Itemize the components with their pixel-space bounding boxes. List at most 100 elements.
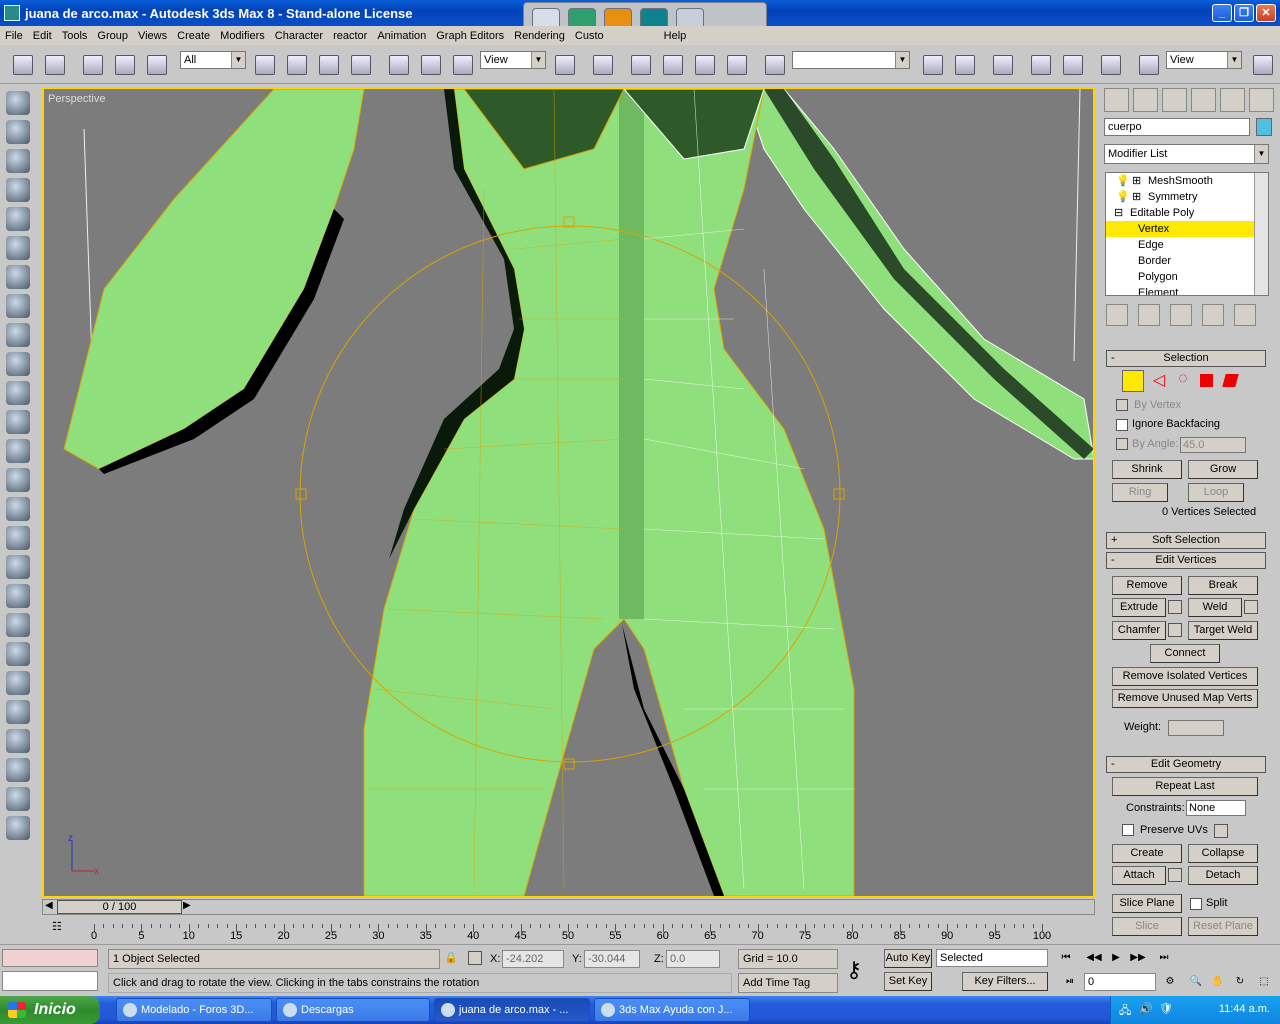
close-button[interactable]: ✕	[1256, 4, 1276, 22]
maxscript-listener[interactable]	[2, 949, 98, 967]
pan-hand-icon[interactable]: ✋	[1208, 973, 1228, 991]
rope-icon[interactable]	[6, 671, 30, 695]
stack-item-edge[interactable]: Edge	[1106, 237, 1268, 253]
previous-frame-icon[interactable]: ◀◀	[1084, 949, 1104, 967]
security-icon[interactable]: 🛡	[1159, 1002, 1173, 1015]
display-tab-icon[interactable]	[1220, 88, 1245, 112]
sphere-icon[interactable]	[6, 149, 30, 173]
move-icon[interactable]	[386, 52, 412, 78]
break-button[interactable]: Break	[1188, 576, 1258, 595]
cylinder-icon[interactable]	[6, 555, 30, 579]
menu-create[interactable]: Create	[172, 30, 215, 42]
arc-rotate-icon[interactable]: ↻	[1230, 973, 1250, 991]
lightbulb-icon[interactable]: 💡	[1116, 189, 1130, 205]
bind-space-warp-icon[interactable]	[144, 52, 170, 78]
quick-render-icon[interactable]	[1250, 52, 1276, 78]
slice-button[interactable]: Slice	[1112, 917, 1182, 936]
stack-item-polygon[interactable]: Polygon	[1106, 269, 1268, 285]
add-time-tag-field[interactable]: Add Time Tag	[738, 973, 838, 993]
scale-icon[interactable]	[450, 52, 476, 78]
stack-item-vertex[interactable]: Vertex	[1106, 221, 1268, 237]
time-slider-prev-icon[interactable]: ◀	[45, 900, 53, 911]
reset-plane-button[interactable]: Reset Plane	[1188, 917, 1258, 936]
maximize-viewport-icon[interactable]: ⬚	[1254, 973, 1274, 991]
chamfer-settings-icon[interactable]	[1168, 623, 1182, 637]
object-name-field[interactable]: cuerpo	[1104, 118, 1250, 136]
stack-item-editable-poly[interactable]: ⊟ Editable Poly	[1106, 205, 1268, 221]
pivot-center-icon[interactable]	[552, 52, 578, 78]
wave-icon[interactable]	[6, 468, 30, 492]
start-button[interactable]: Inicio	[0, 996, 100, 1024]
figure-icon[interactable]	[6, 526, 30, 550]
wheel-icon[interactable]	[6, 642, 30, 666]
spiral-icon[interactable]	[6, 758, 30, 782]
edit-geometry-rollout-header[interactable]: - Edit Geometry	[1106, 756, 1266, 773]
configure-sets-icon[interactable]	[1234, 304, 1256, 326]
remove-unused-map-verts-button[interactable]: Remove Unused Map Verts	[1112, 689, 1258, 708]
selection-filter-dropdown[interactable]: All ▼	[180, 51, 246, 69]
key-mode-icon[interactable]: ⏯	[1060, 973, 1080, 991]
absolute-mode-icon[interactable]	[468, 951, 482, 965]
stack-scrollbar[interactable]	[1254, 173, 1268, 295]
show-end-result-icon[interactable]	[1138, 304, 1160, 326]
redo-icon[interactable]	[42, 52, 68, 78]
undo-icon[interactable]	[10, 52, 36, 78]
layers-icon[interactable]	[6, 265, 30, 289]
gear-icon[interactable]	[6, 352, 30, 376]
edit-named-selection-icon[interactable]	[762, 52, 788, 78]
weld-settings-icon[interactable]	[1244, 600, 1258, 614]
z-coordinate-field[interactable]: 0.0	[666, 950, 720, 968]
edit-vertices-rollout-header[interactable]: - Edit Vertices	[1106, 552, 1266, 569]
vertex-mode-icon[interactable]	[1122, 370, 1144, 392]
minimize-button[interactable]: _	[1212, 4, 1232, 22]
pin-stack-icon[interactable]	[1106, 304, 1128, 326]
selection-rollout-header[interactable]: - Selection	[1106, 350, 1266, 367]
align-icon[interactable]	[952, 52, 978, 78]
list-icon[interactable]	[6, 787, 30, 811]
perspective-viewport[interactable]: Perspective z x	[42, 87, 1095, 898]
named-selection-sets-dropdown[interactable]: ▼	[792, 51, 910, 69]
render-scene-icon[interactable]	[1136, 52, 1162, 78]
rotate-icon[interactable]	[418, 52, 444, 78]
menu-graph-editors[interactable]: Graph Editors	[431, 30, 509, 42]
expand-plus-icon[interactable]: ⊞	[1132, 173, 1141, 189]
set-key-button[interactable]: Set Key	[884, 972, 932, 991]
hierarchy-tab-icon[interactable]	[1162, 88, 1187, 112]
menu-customize[interactable]: Custo	[570, 30, 609, 42]
chamfer-button[interactable]: Chamfer	[1112, 621, 1166, 640]
maxscript-input[interactable]	[2, 971, 98, 991]
zoom-icon[interactable]: 🔍	[1186, 973, 1206, 991]
snap-toggle-icon[interactable]	[628, 52, 654, 78]
by-vertex-checkbox[interactable]	[1116, 399, 1128, 411]
ignore-backfacing-checkbox[interactable]	[1116, 419, 1128, 431]
taskbar-item-juana-de-arco[interactable]: juana de arco.max - ...	[434, 998, 590, 1022]
taskbar-item-3dsmax-ayuda[interactable]: 3ds Max Ayuda con J...	[594, 998, 750, 1022]
cone-icon[interactable]	[6, 178, 30, 202]
camera-icon[interactable]	[6, 410, 30, 434]
mirror-icon[interactable]	[920, 52, 946, 78]
make-unique-icon[interactable]	[1170, 304, 1192, 326]
y-coordinate-field[interactable]: -30.044	[584, 950, 640, 968]
teapot-icon[interactable]	[6, 120, 30, 144]
preserve-uvs-checkbox[interactable]	[1122, 824, 1134, 836]
current-frame-field[interactable]: 0	[1084, 973, 1156, 991]
play-icon[interactable]: ▶	[1106, 949, 1126, 967]
brush-icon[interactable]	[6, 294, 30, 318]
select-object-icon[interactable]	[252, 52, 278, 78]
manipulate-icon[interactable]	[590, 52, 616, 78]
expand-plus-icon[interactable]: ⊞	[1132, 189, 1141, 205]
by-angle-spinner[interactable]: 45.0	[1180, 437, 1246, 453]
menu-reactor[interactable]: reactor	[328, 30, 372, 42]
key-icon[interactable]: ⚷	[846, 957, 862, 983]
globe-icon[interactable]	[6, 729, 30, 753]
unlink-icon[interactable]	[112, 52, 138, 78]
utilities-tab-icon[interactable]	[1249, 88, 1274, 112]
detach-button[interactable]: Detach	[1188, 866, 1258, 885]
taskbar-item-descargas[interactable]: Descargas	[276, 998, 430, 1022]
by-angle-checkbox[interactable]	[1116, 438, 1128, 450]
weld-button[interactable]: Weld	[1188, 598, 1242, 617]
restore-button[interactable]: ❐	[1234, 4, 1254, 22]
stack-item-symmetry[interactable]: 💡 ⊞ Symmetry	[1106, 189, 1268, 205]
soft-selection-rollout-header[interactable]: + Soft Selection	[1106, 532, 1266, 549]
menu-modifiers[interactable]: Modifiers	[215, 30, 270, 42]
